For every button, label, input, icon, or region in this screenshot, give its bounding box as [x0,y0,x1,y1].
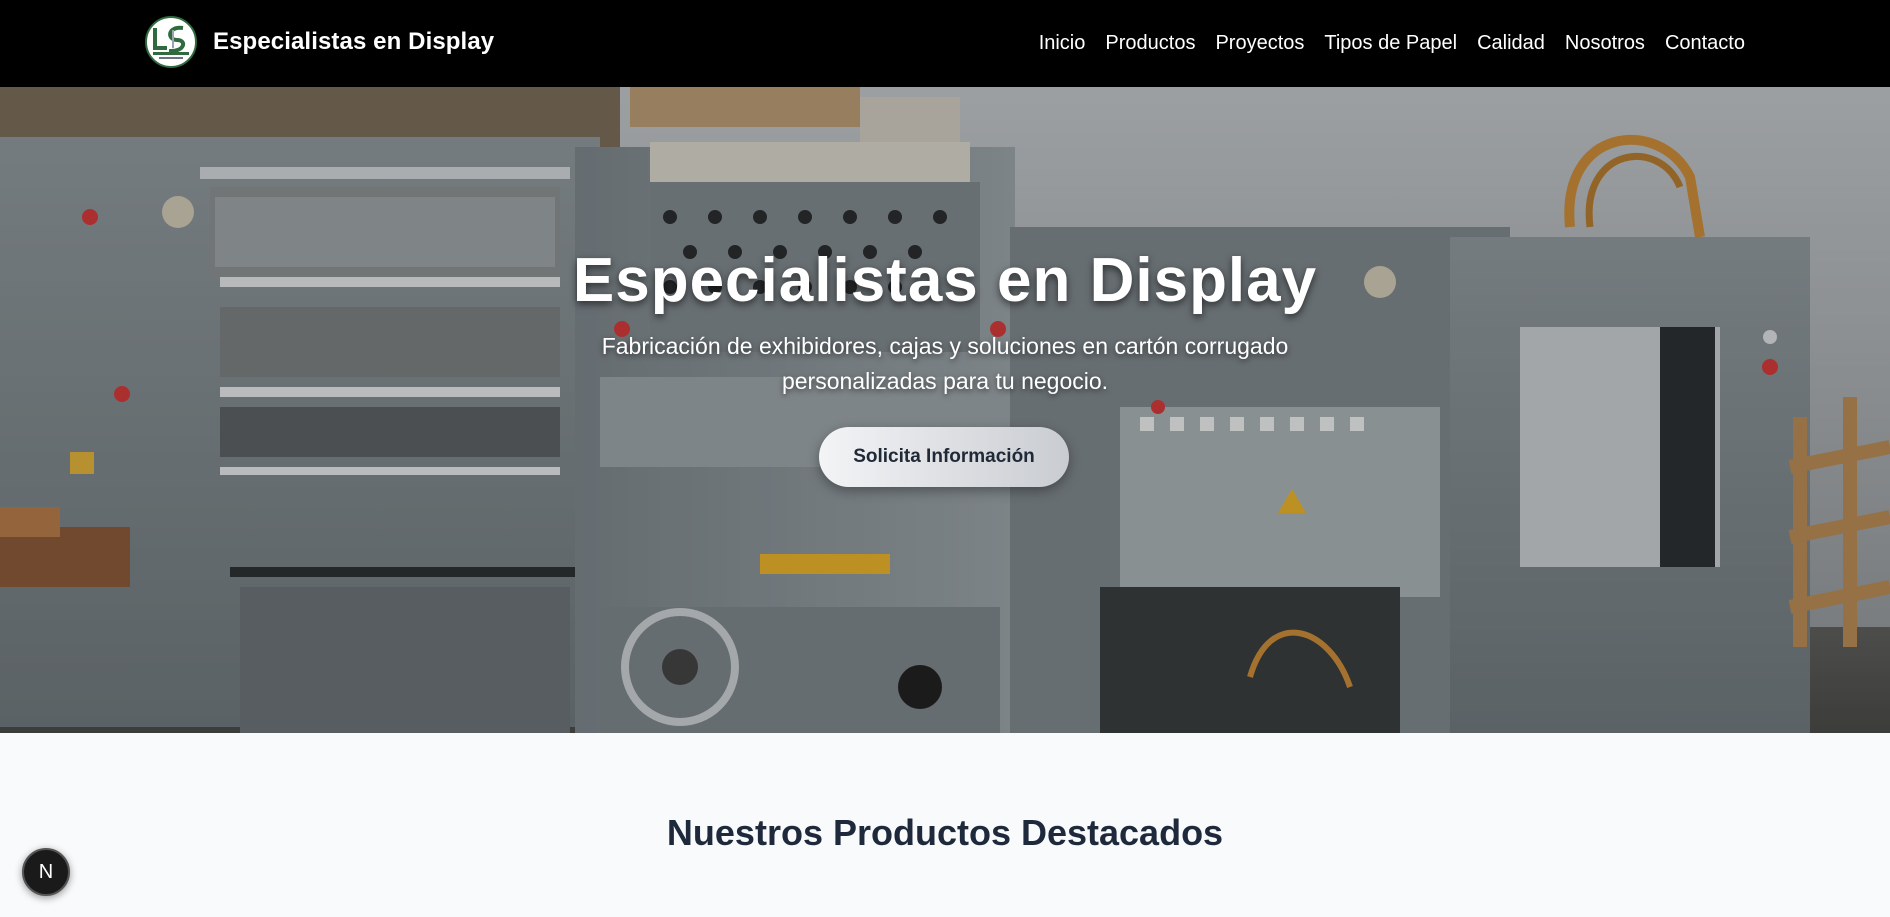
fab-label: N [38,860,54,883]
main-nav: Inicio Productos Proyectos Tipos de Pape… [1039,0,1745,87]
site-header: Especialistas en Display Inicio Producto… [0,0,1890,87]
hero-content: Especialistas en Display Fabricación de … [0,87,1890,733]
hero-subtitle: Fabricación de exhibidores, cajas y solu… [601,333,1289,394]
nav-item-tipos-de-papel[interactable]: Tipos de Papel [1324,32,1457,55]
hero-section: Especialistas en Display Fabricación de … [0,87,1890,733]
hero-title: Especialistas en Display [572,246,1318,315]
nav-item-calidad[interactable]: Calidad [1477,32,1545,55]
solicita-informacion-button[interactable]: Solicita Información [819,427,1069,487]
lsd-logo-icon[interactable] [145,16,197,68]
nextjs-dev-indicator-icon[interactable]: N [22,848,70,896]
brand[interactable]: Especialistas en Display [145,16,494,68]
brand-name[interactable]: Especialistas en Display [213,28,494,56]
nav-item-proyectos[interactable]: Proyectos [1215,32,1304,55]
nav-item-inicio[interactable]: Inicio [1039,32,1086,55]
nav-item-contacto[interactable]: Contacto [1665,32,1745,55]
nav-item-productos[interactable]: Productos [1105,32,1195,55]
nav-item-nosotros[interactable]: Nosotros [1565,32,1645,55]
featured-products-title: Nuestros Productos Destacados [666,812,1224,853]
